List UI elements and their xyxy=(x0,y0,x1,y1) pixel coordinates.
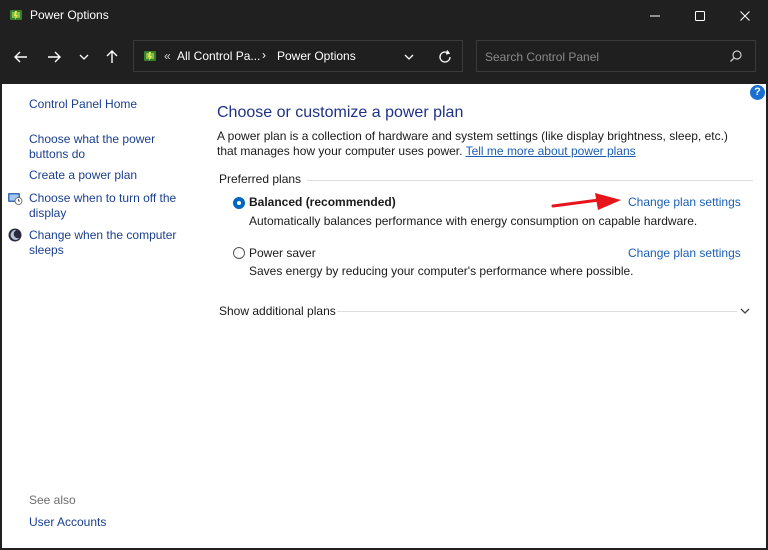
control-panel-home-link[interactable]: Control Panel Home xyxy=(29,97,137,112)
breadcrumb-power-options[interactable]: Power Options xyxy=(277,49,356,63)
refresh-icon[interactable] xyxy=(437,49,453,65)
window-title: Power Options xyxy=(30,8,109,22)
close-icon xyxy=(740,11,750,21)
red-arrow-annotation xyxy=(551,193,621,210)
chevron-down-icon[interactable] xyxy=(739,305,751,317)
show-additional-plans-toggle[interactable]: Show additional plans xyxy=(219,304,336,318)
content-pane: ? Control Panel Home Choose what the pow… xyxy=(2,84,766,548)
minimize-button[interactable] xyxy=(632,0,678,32)
control-panel-icon xyxy=(144,51,156,61)
balanced-radio[interactable] xyxy=(233,197,245,209)
arrow-up-icon xyxy=(106,50,118,63)
balanced-plan-description: Automatically balances performance with … xyxy=(249,214,698,228)
power-saver-radio[interactable] xyxy=(233,247,245,259)
divider xyxy=(307,180,753,181)
address-dropdown-icon[interactable] xyxy=(402,50,416,64)
up-button[interactable] xyxy=(101,46,123,68)
breadcrumb-overflow[interactable]: « xyxy=(164,49,171,63)
forward-button[interactable] xyxy=(43,46,65,68)
arrow-left-icon xyxy=(14,51,27,63)
sidebar-item-computer-sleeps[interactable]: Change when the computer sleeps xyxy=(29,228,179,258)
sidebar-item-create-plan[interactable]: Create a power plan xyxy=(29,168,137,183)
power-saver-plan-name[interactable]: Power saver xyxy=(249,246,316,260)
sidebar-item-turn-off-display[interactable]: Choose when to turn off the display xyxy=(29,191,179,221)
see-also-heading: See also xyxy=(29,493,76,507)
page-description: A power plan is a collection of hardware… xyxy=(217,129,747,159)
close-button[interactable] xyxy=(722,0,768,32)
preferred-plans-heading: Preferred plans xyxy=(219,172,302,186)
arrow-right-icon xyxy=(48,51,61,63)
power-saver-plan-description: Saves energy by reducing your computer's… xyxy=(249,264,634,278)
power-saver-change-plan-settings-link[interactable]: Change plan settings xyxy=(628,246,741,260)
chevron-down-icon xyxy=(79,54,89,60)
page-title: Choose or customize a power plan xyxy=(217,104,464,121)
search-input[interactable] xyxy=(483,47,717,67)
power-options-app-icon xyxy=(10,10,22,20)
maximize-icon xyxy=(695,11,705,21)
balanced-plan-name[interactable]: Balanced (recommended) xyxy=(249,195,396,209)
recent-locations-button[interactable] xyxy=(73,46,95,68)
learn-more-link[interactable]: Tell me more about power plans xyxy=(466,144,636,158)
title-bar: Power Options xyxy=(0,0,768,32)
divider xyxy=(337,311,737,312)
back-button[interactable] xyxy=(10,46,32,68)
search-icon[interactable] xyxy=(729,49,743,63)
breadcrumb-separator[interactable]: › xyxy=(262,48,266,62)
user-accounts-link[interactable]: User Accounts xyxy=(29,515,106,530)
sidebar-item-power-buttons[interactable]: Choose what the power buttons do xyxy=(29,132,179,162)
search-box[interactable] xyxy=(476,40,756,72)
minimize-icon xyxy=(650,15,660,17)
balanced-change-plan-settings-link[interactable]: Change plan settings xyxy=(628,195,741,209)
power-options-window: Power Options « All Control Pa... › Powe… xyxy=(0,0,768,550)
help-button[interactable]: ? xyxy=(750,85,765,100)
moon-sleep-icon xyxy=(8,228,22,242)
breadcrumb-all-control-panel[interactable]: All Control Pa... xyxy=(177,49,260,63)
monitor-clock-icon xyxy=(8,193,23,205)
address-bar[interactable]: « All Control Pa... › Power Options xyxy=(133,40,463,72)
maximize-button[interactable] xyxy=(677,0,723,32)
